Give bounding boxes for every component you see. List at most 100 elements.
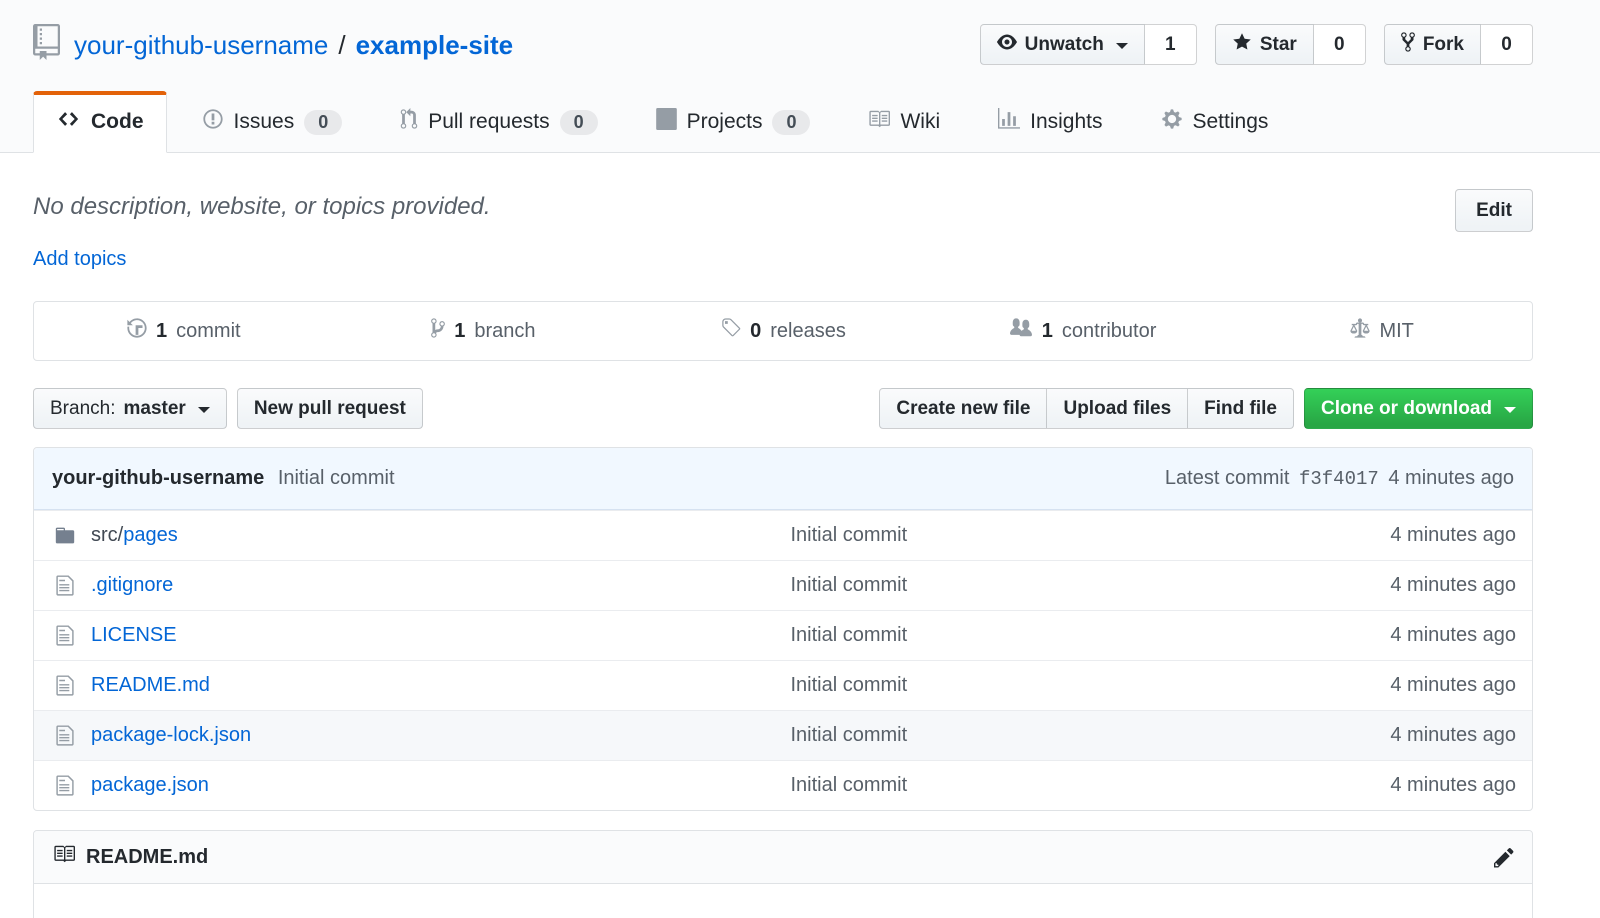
tab-projects[interactable]: Projects 0 xyxy=(633,91,834,152)
contributors-label: contributor xyxy=(1062,320,1157,343)
row-commit-message-link[interactable]: Initial commit xyxy=(790,774,907,796)
fork-label: Fork xyxy=(1423,34,1464,56)
branches-stat[interactable]: 1 branch xyxy=(334,302,634,360)
commit-author-link[interactable]: your-github-username xyxy=(52,467,264,489)
chevron-down-icon xyxy=(1116,43,1128,55)
readme-content xyxy=(34,884,1532,918)
pencil-icon[interactable] xyxy=(1494,846,1514,869)
pull-requests-count-badge: 0 xyxy=(560,110,598,135)
file-link[interactable]: .gitignore xyxy=(91,574,173,597)
breadcrumb: your-github-username / example-site xyxy=(33,24,513,67)
row-commit-message-link[interactable]: Initial commit xyxy=(790,524,907,546)
row-age: 4 minutes ago xyxy=(1302,724,1532,747)
fork-button[interactable]: Fork xyxy=(1384,24,1481,65)
license-label: MIT xyxy=(1379,320,1413,343)
branch-selector[interactable]: Branch: master xyxy=(33,388,227,429)
star-button[interactable]: Star xyxy=(1215,24,1314,65)
repo-tabs: Code Issues 0 Pull requests 0 Projects 0… xyxy=(33,91,1533,152)
directory-prefix: src/ xyxy=(91,524,123,547)
create-new-file-button[interactable]: Create new file xyxy=(879,388,1047,429)
commits-stat[interactable]: 1 commit xyxy=(34,302,334,360)
row-commit-message-link[interactable]: Initial commit xyxy=(790,624,907,646)
row-age: 4 minutes ago xyxy=(1302,574,1532,597)
row-commit-message-link[interactable]: Initial commit xyxy=(790,724,907,746)
clone-or-download-button[interactable]: Clone or download xyxy=(1304,388,1533,429)
repo-owner-link[interactable]: your-github-username xyxy=(74,30,328,61)
tab-issues[interactable]: Issues 0 xyxy=(179,91,366,152)
table-row: .gitignore Initial commit 4 minutes ago xyxy=(34,560,1532,610)
file-link[interactable]: pages xyxy=(123,524,178,547)
tab-settings[interactable]: Settings xyxy=(1138,91,1292,152)
tag-icon xyxy=(720,317,741,345)
tab-insights-label: Insights xyxy=(1030,110,1102,134)
commits-count: 1 xyxy=(156,320,167,343)
clone-or-download-label: Clone or download xyxy=(1321,398,1492,420)
repo-name-link[interactable]: example-site xyxy=(356,30,514,61)
contributors-count: 1 xyxy=(1042,320,1053,343)
tab-settings-label: Settings xyxy=(1193,110,1269,134)
file-link[interactable]: LICENSE xyxy=(91,624,177,647)
people-icon xyxy=(1009,317,1033,345)
tab-code-label: Code xyxy=(91,110,144,134)
file-link[interactable]: package-lock.json xyxy=(91,724,251,747)
contributors-stat[interactable]: 1 contributor xyxy=(933,302,1233,360)
fork-icon xyxy=(1401,31,1415,59)
file-icon xyxy=(53,774,77,797)
tab-wiki[interactable]: Wiki xyxy=(845,91,963,152)
watch-count[interactable]: 1 xyxy=(1145,24,1197,65)
row-age: 4 minutes ago xyxy=(1302,624,1532,647)
new-pull-request-button[interactable]: New pull request xyxy=(237,388,423,429)
fork-count[interactable]: 0 xyxy=(1481,24,1533,65)
tab-insights[interactable]: Insights xyxy=(975,91,1125,152)
star-label: Star xyxy=(1260,34,1297,56)
latest-commit-label: Latest commit xyxy=(1165,467,1289,489)
projects-count-badge: 0 xyxy=(772,110,810,135)
table-row: README.md Initial commit 4 minutes ago xyxy=(34,660,1532,710)
repo-header: your-github-username / example-site Unwa… xyxy=(0,0,1600,153)
commit-sha-link[interactable]: f3f4017 xyxy=(1299,468,1379,490)
add-topics-link[interactable]: Add topics xyxy=(33,248,126,271)
upload-files-button[interactable]: Upload files xyxy=(1047,388,1188,429)
releases-stat[interactable]: 0 releases xyxy=(633,302,933,360)
history-icon xyxy=(127,317,147,345)
file-browser: your-github-username Initial commit Late… xyxy=(33,447,1533,811)
law-icon xyxy=(1350,317,1370,345)
table-row: package.json Initial commit 4 minutes ag… xyxy=(34,760,1532,810)
file-link[interactable]: README.md xyxy=(91,674,210,697)
project-board-icon xyxy=(656,108,677,136)
row-age: 4 minutes ago xyxy=(1302,774,1532,797)
book-icon xyxy=(868,108,890,136)
eye-icon xyxy=(997,32,1017,58)
commits-label: commit xyxy=(176,320,240,343)
file-icon xyxy=(53,574,77,597)
repo-stats-bar: 1 commit 1 branch 0 releases 1 contribut… xyxy=(33,301,1533,361)
row-age: 4 minutes ago xyxy=(1302,674,1532,697)
file-link[interactable]: package.json xyxy=(91,774,209,797)
edit-description-button[interactable]: Edit xyxy=(1455,189,1533,232)
readme-section: README.md xyxy=(33,830,1533,918)
unwatch-button[interactable]: Unwatch xyxy=(980,24,1145,65)
tab-pull-requests[interactable]: Pull requests 0 xyxy=(377,91,620,152)
releases-count: 0 xyxy=(750,320,761,343)
branch-prefix-label: Branch: xyxy=(50,398,115,420)
row-commit-message-link[interactable]: Initial commit xyxy=(790,574,907,596)
license-stat[interactable]: MIT xyxy=(1232,302,1532,360)
file-actions-group: Create new file Upload files Find file xyxy=(879,388,1294,429)
book-icon xyxy=(52,843,76,871)
star-count[interactable]: 0 xyxy=(1314,24,1366,65)
chevron-down-icon xyxy=(198,407,210,419)
row-commit-message-link[interactable]: Initial commit xyxy=(790,674,907,696)
table-row: package-lock.json Initial commit 4 minut… xyxy=(34,710,1532,760)
unwatch-label: Unwatch xyxy=(1025,34,1104,56)
commit-message-link[interactable]: Initial commit xyxy=(278,467,395,489)
releases-label: releases xyxy=(770,320,846,343)
repo-description: No description, website, or topics provi… xyxy=(33,189,491,221)
branches-label: branch xyxy=(474,320,535,343)
issues-count-badge: 0 xyxy=(304,110,342,135)
gear-icon xyxy=(1161,108,1183,136)
tab-code[interactable]: Code xyxy=(33,91,167,153)
find-file-button[interactable]: Find file xyxy=(1188,388,1294,429)
chevron-down-icon xyxy=(1504,407,1516,419)
fork-button-group: Fork 0 xyxy=(1384,24,1533,65)
tab-projects-label: Projects xyxy=(687,110,763,134)
